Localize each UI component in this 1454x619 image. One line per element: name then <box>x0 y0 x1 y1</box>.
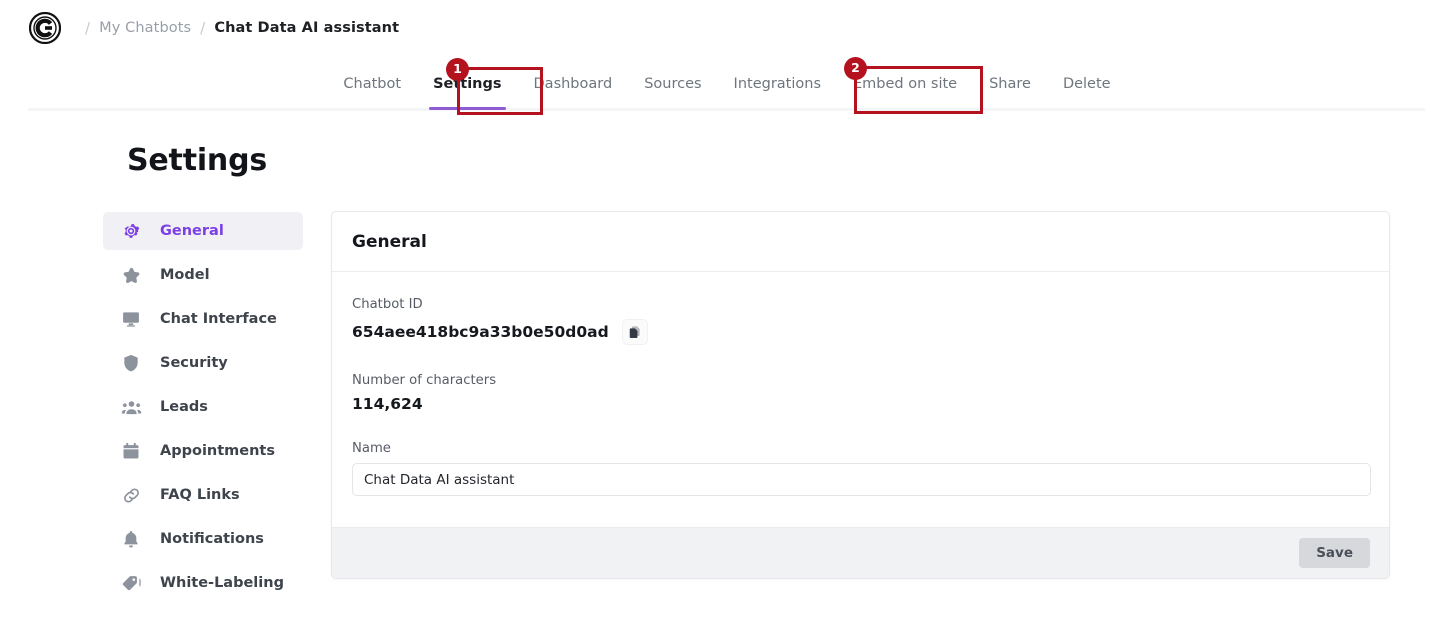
sidebar-item-white-labeling[interactable]: White-Labeling <box>103 564 303 602</box>
sidebar-item-leads[interactable]: Leads <box>103 388 303 426</box>
tab-dashboard[interactable]: Dashboard <box>518 58 629 110</box>
chatbot-id-label: Chatbot ID <box>352 297 423 312</box>
shield-icon <box>120 352 142 374</box>
tab-integrations-label: Integrations <box>733 76 821 92</box>
sidebar-item-model[interactable]: Model <box>103 256 303 294</box>
card-body: Chatbot ID 654aee418bc9a33b0e50d0ad Numb… <box>332 272 1389 496</box>
calendar-icon <box>120 440 142 462</box>
breadcrumb-separator-1: / <box>85 19 91 37</box>
tab-list: Chatbot Settings Dashboard Sources Integ… <box>0 56 1454 112</box>
sidebar-item-faq-links[interactable]: FAQ Links <box>103 476 303 514</box>
sidebar-item-notifications-label: Notifications <box>160 531 264 547</box>
sidebar-item-notifications[interactable]: Notifications <box>103 520 303 558</box>
tab-active-indicator <box>429 107 506 110</box>
sidebar-item-general[interactable]: General <box>103 212 303 250</box>
sidebar-item-chat-interface[interactable]: Chat Interface <box>103 300 303 338</box>
tab-share-label: Share <box>989 76 1031 92</box>
name-label: Name <box>352 441 391 456</box>
people-icon <box>120 396 142 418</box>
general-settings-card: General Chatbot ID 654aee418bc9a33b0e50d… <box>331 211 1390 579</box>
breadcrumb: / My Chatbots / Chat Data AI assistant <box>76 19 399 37</box>
sidebar-item-general-label: General <box>160 223 224 239</box>
monitor-icon <box>120 308 142 330</box>
card-footer: Save <box>332 527 1389 578</box>
chatbot-id-row: 654aee418bc9a33b0e50d0ad <box>352 319 1369 345</box>
tab-dashboard-label: Dashboard <box>533 76 613 92</box>
breadcrumb-current: Chat Data AI assistant <box>214 20 400 36</box>
sidebar-item-white-labeling-label: White-Labeling <box>160 575 284 591</box>
tab-integrations[interactable]: Integrations <box>718 58 837 110</box>
tag-icon <box>120 572 142 594</box>
save-button[interactable]: Save <box>1299 538 1370 568</box>
sidebar-item-model-label: Model <box>160 267 210 283</box>
breadcrumb-my-chatbots[interactable]: My Chatbots <box>99 20 191 36</box>
number-of-characters-value-row: 114,624 <box>352 395 1369 413</box>
sidebar-item-security[interactable]: Security <box>103 344 303 382</box>
card-header: General <box>332 212 1389 272</box>
link-icon <box>120 484 142 506</box>
settings-sidebar: General Model Chat Interface Security Le… <box>103 212 303 608</box>
sidebar-item-faq-links-label: FAQ Links <box>160 487 240 503</box>
tab-sources-label: Sources <box>644 76 702 92</box>
sidebar-item-security-label: Security <box>160 355 228 371</box>
tab-bar: Chatbot Settings Dashboard Sources Integ… <box>0 56 1454 112</box>
tab-sources[interactable]: Sources <box>628 58 717 110</box>
tab-chatbot[interactable]: Chatbot <box>327 58 417 110</box>
breadcrumb-separator-2: / <box>200 19 206 37</box>
bell-icon <box>120 528 142 550</box>
tab-delete[interactable]: Delete <box>1047 58 1127 110</box>
sidebar-item-leads-label: Leads <box>160 399 208 415</box>
field-spacer-1 <box>352 345 1369 373</box>
sidebar-item-appointments-label: Appointments <box>160 443 275 459</box>
tab-embed-on-site-label: Embed on site <box>853 76 958 92</box>
page-title: Settings <box>127 143 268 178</box>
sidebar-item-chat-interface-label: Chat Interface <box>160 311 277 327</box>
tab-chatbot-label: Chatbot <box>343 76 402 92</box>
number-of-characters-value: 114,624 <box>352 395 423 413</box>
tab-settings-label: Settings <box>433 76 502 92</box>
card-header-title: General <box>352 231 427 252</box>
star-icon <box>120 264 142 286</box>
sidebar-item-appointments[interactable]: Appointments <box>103 432 303 470</box>
tab-delete-label: Delete <box>1062 76 1111 92</box>
topbar: / My Chatbots / Chat Data AI assistant <box>0 0 1454 56</box>
annotation-badge-1: 1 <box>446 58 469 81</box>
number-of-characters-label: Number of characters <box>352 373 497 388</box>
gear-icon <box>120 220 142 242</box>
annotation-badge-2: 2 <box>844 57 867 80</box>
chatbot-id-value: 654aee418bc9a33b0e50d0ad <box>352 323 609 341</box>
chat-data-c-logo[interactable] <box>28 11 62 45</box>
field-spacer-2 <box>352 413 1369 441</box>
name-input[interactable] <box>352 463 1371 496</box>
tab-share[interactable]: Share <box>973 58 1047 110</box>
copy-icon[interactable] <box>621 319 648 345</box>
